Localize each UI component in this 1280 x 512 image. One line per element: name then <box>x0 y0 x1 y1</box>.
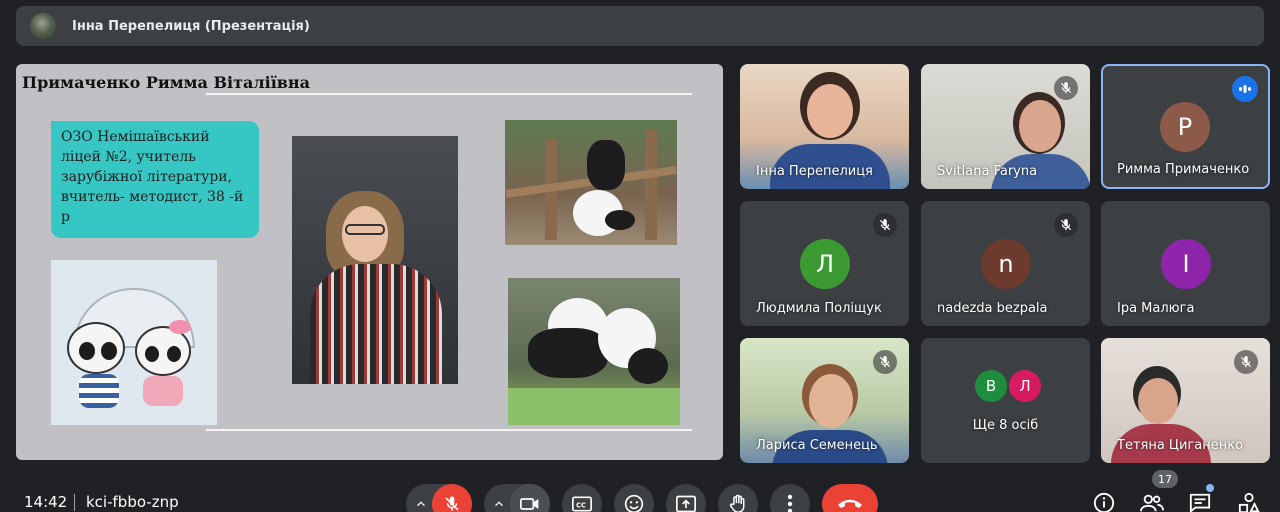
slide-divider-bottom <box>206 429 692 431</box>
chevron-up-icon[interactable] <box>492 497 506 511</box>
svg-text:CC: CC <box>576 501 586 509</box>
participant-name: Римма Примаченко <box>1117 162 1250 177</box>
microphone-toggle-button[interactable] <box>432 484 472 512</box>
participant-avatar: Л <box>1009 370 1041 402</box>
activities-button[interactable] <box>1236 490 1262 512</box>
participant-count-badge: 17 <box>1152 470 1178 488</box>
cartoon-pandas-image <box>51 260 217 425</box>
toolbar-separator <box>74 494 75 511</box>
leave-call-button[interactable] <box>822 484 878 512</box>
more-vertical-icon <box>787 494 793 512</box>
participant-avatar: І <box>1161 239 1211 289</box>
participant-tile[interactable]: n nadezda bezpala <box>921 201 1090 326</box>
participant-name: Svitlana Faryna <box>937 164 1038 179</box>
participants-button[interactable] <box>1139 490 1165 512</box>
video-camera-icon <box>520 498 539 510</box>
present-screen-icon <box>676 495 696 512</box>
participant-tile[interactable]: Тетяна Циганенко <box>1101 338 1270 463</box>
participant-name: Лариса Семенець <box>756 438 878 453</box>
meeting-details-button[interactable] <box>1091 490 1117 512</box>
panda-photo-bottom <box>508 278 680 425</box>
presenter-avatar <box>30 13 56 39</box>
meet-window: Інна Перепелиця (Презентація) Примаченко… <box>0 0 1280 512</box>
presentation-slide: Примаченко Римма Віталіївна ОЗО Немішаїв… <box>16 64 723 460</box>
people-icon <box>1140 494 1164 512</box>
slide-info-box: ОЗО Немішаївський ліцей №2, учитель зару… <box>51 121 259 238</box>
chat-icon <box>1189 493 1211 512</box>
presenter-name: Інна Перепелиця (Презентація) <box>72 18 310 34</box>
speaking-indicator-icon <box>1232 76 1258 102</box>
chat-notification-dot <box>1206 484 1214 492</box>
mic-off-icon <box>1234 350 1258 374</box>
more-participants-tile[interactable]: В Л Ще 8 осіб <box>921 338 1090 463</box>
emoji-icon <box>624 494 644 512</box>
shapes-icon <box>1238 492 1260 512</box>
chat-button[interactable] <box>1187 490 1213 512</box>
participant-name: Інна Перепелиця <box>756 164 873 179</box>
participant-tile[interactable]: Лариса Семенець <box>740 338 909 463</box>
camera-toggle-button[interactable] <box>510 484 550 512</box>
reactions-button[interactable] <box>614 484 654 512</box>
closed-captions-icon: CC <box>572 496 592 512</box>
meeting-clock: 14:42 <box>24 493 68 511</box>
slide-divider-top <box>206 93 692 95</box>
participant-avatar: P <box>1160 102 1210 152</box>
more-participants-label: Ще 8 осіб <box>972 418 1039 433</box>
participant-avatar: В <box>975 370 1007 402</box>
mic-off-icon <box>445 496 459 511</box>
presenter-bar[interactable]: Інна Перепелиця (Презентація) <box>16 6 1264 46</box>
slide-title: Примаченко Римма Віталіївна <box>22 73 310 92</box>
participant-tile[interactable]: Інна Перепелиця <box>740 64 909 189</box>
participant-tile-active-speaker[interactable]: P Римма Примаченко <box>1101 64 1270 189</box>
mic-off-icon <box>1054 213 1078 237</box>
bottom-toolbar: 14:42 kci-fbbo-znp CC <box>0 480 1280 512</box>
participant-tile[interactable]: Л Людмила Поліщук <box>740 201 909 326</box>
meeting-code: kci-fbbo-znp <box>86 493 179 511</box>
hang-up-icon <box>838 499 862 508</box>
mic-off-icon <box>873 213 897 237</box>
teacher-photo <box>292 136 458 384</box>
raise-hand-button[interactable] <box>718 484 758 512</box>
more-participants-avatars: В Л <box>975 370 1043 402</box>
participant-name: Людмила Поліщук <box>756 301 882 316</box>
participant-tile[interactable]: І Іра Малюга <box>1101 201 1270 326</box>
present-screen-button[interactable] <box>666 484 706 512</box>
participant-name: Тетяна Циганенко <box>1117 438 1244 453</box>
panda-photo-top <box>505 120 677 245</box>
hand-icon <box>729 494 745 512</box>
participant-name: Іра Малюга <box>1117 301 1195 316</box>
mic-off-icon <box>1054 76 1078 100</box>
captions-button[interactable]: CC <box>562 484 602 512</box>
participant-name: nadezda bezpala <box>937 301 1048 316</box>
more-options-button[interactable] <box>770 484 810 512</box>
participant-avatar: n <box>981 239 1031 289</box>
chevron-up-icon[interactable] <box>414 497 428 511</box>
info-icon <box>1093 492 1115 512</box>
mic-off-icon <box>873 350 897 374</box>
participant-tile[interactable]: Svitlana Faryna <box>921 64 1090 189</box>
participant-avatar: Л <box>800 239 850 289</box>
